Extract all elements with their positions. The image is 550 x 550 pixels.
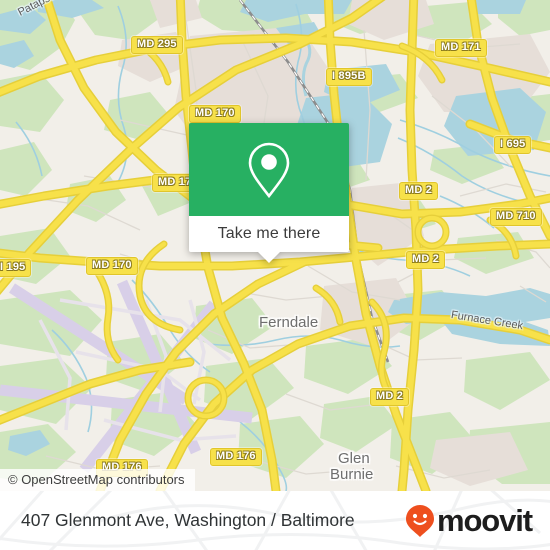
footer-bar: 407 Glenmont Ave, Washington / Baltimore… [0,491,550,550]
take-me-there-label: Take me there [217,225,321,242]
road-shield-md-171[interactable]: MD 171 [435,39,487,57]
road-shield-i-695[interactable]: I 695 [494,136,532,154]
road-shield-i-895b[interactable]: I 895B [326,68,372,86]
road-shield-md-2[interactable]: MD 2 [406,251,446,269]
place-label-glen-burnie-line2: Burnie [330,466,374,483]
map-screenshot-root: Patapsco River Furnace Creek Ferndale Gl… [0,0,550,550]
callout-action-bar[interactable]: Take me there [189,216,349,252]
address-label: 407 Glenmont Ave, Washington / Baltimore [21,510,355,530]
road-shield-i-195[interactable]: I 195 [0,259,32,277]
take-me-there-callout[interactable]: Take me there [189,123,349,263]
location-pin-icon [248,142,290,198]
road-shield-md-170[interactable]: MD 170 [86,257,138,275]
moovit-brand[interactable]: moovit [405,491,533,550]
road-shield-md-170[interactable]: MD 170 [189,105,241,123]
callout-image-panel [189,123,349,216]
osm-attribution[interactable]: © OpenStreetMap contributors [0,469,195,491]
road-shield-md-710[interactable]: MD 710 [490,208,542,226]
road-shield-md-2[interactable]: MD 2 [370,388,410,406]
moovit-smiley-pin-icon [405,504,434,537]
moovit-wordmark: moovit [436,503,533,538]
place-label-ferndale: Ferndale [259,314,319,331]
road-shield-md-295[interactable]: MD 295 [131,36,183,54]
road-shield-md-2[interactable]: MD 2 [399,182,439,200]
callout-pointer-icon [258,252,280,263]
map-canvas[interactable]: Patapsco River Furnace Creek Ferndale Gl… [0,0,550,491]
place-label-glen-burnie-line1: Glen [338,450,370,467]
road-shield-md-176[interactable]: MD 176 [210,448,262,466]
